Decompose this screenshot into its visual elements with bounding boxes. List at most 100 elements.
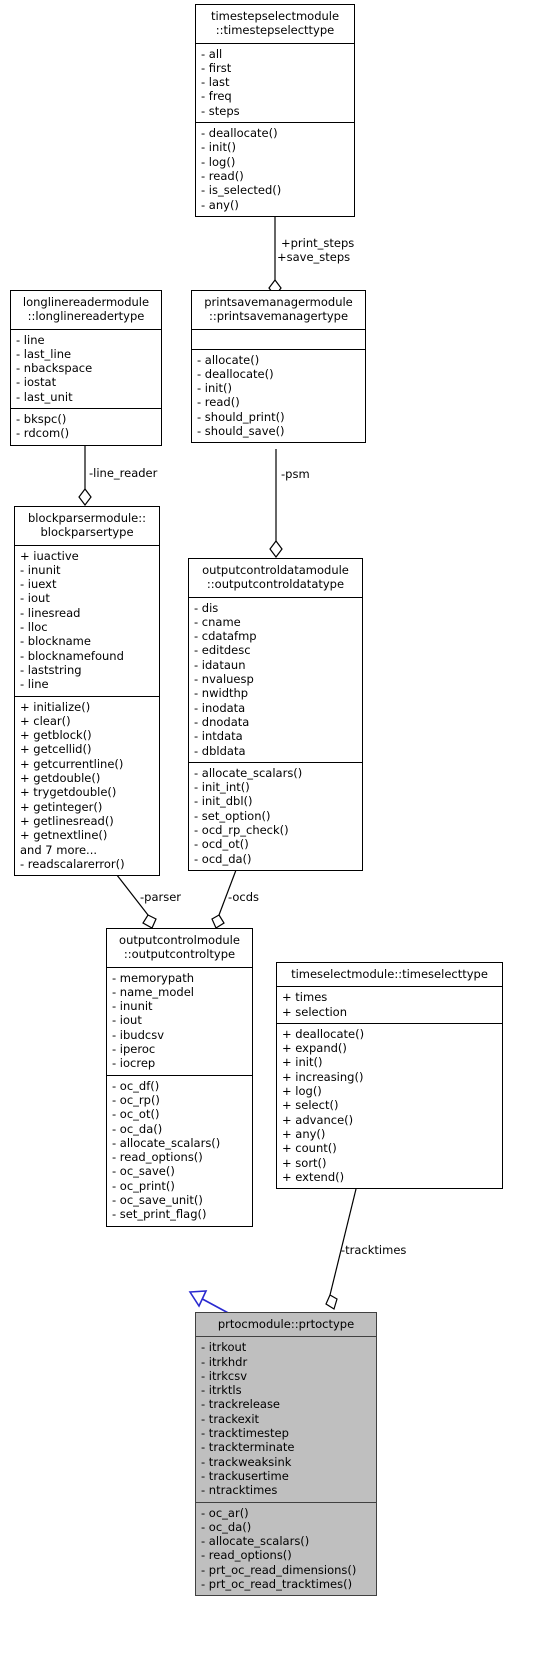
- class-attribute: - editdesc: [194, 643, 251, 658]
- class-operation: - oc_da(): [112, 1121, 163, 1136]
- class-operation: - read(): [197, 395, 240, 410]
- class-operations-timestepselecttype: - deallocate() - init() - log() - read()…: [196, 122, 354, 216]
- class-node-timestepselecttype[interactable]: timestepselectmodule ::timestepselecttyp…: [195, 4, 355, 217]
- class-attribute: - tracktimestep: [201, 1426, 289, 1441]
- class-operation: + log(): [282, 1084, 322, 1099]
- class-operation: + expand(): [282, 1041, 347, 1056]
- class-attribute: - lloc: [20, 620, 48, 635]
- class-operation: - prt_oc_read_tracktimes(): [201, 1577, 353, 1592]
- class-attribute: - inunit: [112, 999, 153, 1014]
- class-attribute: - cdatafmp: [194, 629, 257, 644]
- class-operation: - readscalarerror(): [20, 856, 125, 871]
- class-operation: - oc_save_unit(): [112, 1193, 203, 1208]
- class-operation: - oc_df(): [112, 1078, 160, 1093]
- class-attribute: - itrktls: [201, 1383, 242, 1398]
- class-attributes-timestepselecttype: - all - first - last - freq - steps: [196, 42, 354, 122]
- class-operation: - oc_da(): [201, 1519, 252, 1534]
- class-node-longlinereadertype[interactable]: longlinereadermodule ::longlinereadertyp…: [10, 290, 162, 446]
- class-operation: - deallocate(): [197, 366, 274, 381]
- class-operation: + trygetdouble(): [20, 785, 117, 800]
- class-operation: - rdcom(): [16, 426, 70, 441]
- class-operation: - init_int(): [194, 780, 250, 795]
- edge-printsavemanager-outputcontroldata: [269, 449, 283, 558]
- class-operation: - should_print(): [197, 409, 285, 424]
- class-attribute: - itrkhdr: [201, 1354, 248, 1369]
- class-attribute: - iuext: [20, 577, 57, 592]
- class-attributes-outputcontroldatatype: - dis - cname - cdatafmp - editdesc - id…: [189, 596, 362, 762]
- class-attribute: - last: [201, 75, 230, 90]
- class-operations-timeselecttype: + deallocate() + expand() + init() + inc…: [277, 1022, 502, 1188]
- class-attribute: - inodata: [194, 700, 246, 715]
- class-title-blockparsertype: blockparsermodule:: blockparsertype: [27, 511, 147, 540]
- edge-label-psm: -psm: [281, 467, 310, 481]
- class-attributes-printsavemanagertype: [192, 328, 365, 349]
- class-operation: - prt_oc_read_dimensions(): [201, 1562, 357, 1577]
- class-operation: - log(): [201, 154, 236, 169]
- class-operation: + initialize(): [20, 699, 91, 714]
- class-attribute: - freq: [201, 89, 232, 104]
- class-operations-prtoctype: - oc_ar() - oc_da() - allocate_scalars()…: [196, 1501, 376, 1596]
- uml-diagram-canvas: timestepselectmodule ::timestepselecttyp…: [0, 0, 543, 1660]
- class-attribute: - trackusertime: [201, 1468, 289, 1483]
- class-attribute: - intdata: [194, 729, 243, 744]
- class-operation: + getnextline(): [20, 828, 108, 843]
- class-attribute: - last_unit: [16, 389, 73, 404]
- class-attribute: - all: [201, 46, 223, 61]
- class-attribute: - iperoc: [112, 1042, 156, 1057]
- class-node-printsavemanagertype[interactable]: printsavemanagermodule ::printsavemanage…: [191, 290, 366, 444]
- class-attribute: - line: [20, 677, 49, 692]
- class-title-timeselecttype: timeselectmodule::timeselecttype: [291, 967, 488, 981]
- class-node-prtoctype[interactable]: prtocmodule::prtoctype - itrkout - itrkh…: [195, 1312, 377, 1597]
- class-attribute: - blocknamefound: [20, 648, 124, 663]
- class-attribute: - idataun: [194, 657, 246, 672]
- class-attribute: - name_model: [112, 984, 194, 999]
- class-operation: - is_selected(): [201, 183, 282, 198]
- class-attribute: - memorypath: [112, 970, 194, 985]
- class-operation: + getdouble(): [20, 771, 101, 786]
- class-operation: - read(): [201, 168, 244, 183]
- class-operation: + any(): [282, 1126, 326, 1141]
- class-operation: - oc_ar(): [201, 1505, 249, 1520]
- class-attribute: - last_line: [16, 346, 72, 361]
- class-attribute: - itrkout: [201, 1340, 247, 1355]
- class-operation: + init(): [282, 1055, 323, 1070]
- class-operation: - oc_print(): [112, 1178, 175, 1193]
- edge-label-save-steps: +save_steps: [277, 250, 351, 264]
- class-operation: + getlinesread(): [20, 813, 114, 828]
- class-attribute: - trackterminate: [201, 1440, 295, 1455]
- class-attribute: - ntracktimes: [201, 1483, 278, 1498]
- class-attributes-longlinereadertype: - line - last_line - nbackspace - iostat…: [11, 328, 161, 408]
- edge-label-ocds: -ocds: [228, 890, 260, 904]
- class-attributes-outputcontroltype: - memorypath - name_model - inunit - iou…: [107, 966, 252, 1075]
- class-title-longlinereadertype: longlinereadermodule ::longlinereadertyp…: [22, 295, 150, 324]
- class-operation: + deallocate(): [282, 1026, 365, 1041]
- class-operation: + sort(): [282, 1155, 327, 1170]
- class-attribute: - linesread: [20, 605, 81, 620]
- class-attribute: + selection: [282, 1004, 347, 1019]
- class-attribute: - ibudcsv: [112, 1027, 165, 1042]
- class-attribute: - trackweaksink: [201, 1454, 292, 1469]
- class-attribute: - dnodata: [194, 714, 250, 729]
- class-attribute: - nwidthp: [194, 686, 249, 701]
- class-operation: - allocate_scalars(): [112, 1135, 221, 1150]
- class-operation: + getinteger(): [20, 799, 103, 814]
- class-node-outputcontroldatatype[interactable]: outputcontroldatamodule ::outputcontrold…: [188, 558, 363, 871]
- class-attributes-blockparsertype: + iuactive - inunit - iuext - iout - lin…: [15, 544, 159, 696]
- class-node-timeselecttype[interactable]: timeselectmodule::timeselecttype + times…: [276, 962, 503, 1190]
- class-attribute: + times: [282, 990, 328, 1005]
- class-operation: - allocate_scalars(): [194, 765, 303, 780]
- class-attributes-prtoctype: - itrkout - itrkhdr - itrkcsv - itrktls …: [196, 1336, 376, 1501]
- class-node-blockparsertype[interactable]: blockparsermodule:: blockparsertype + iu…: [14, 506, 160, 877]
- class-operation: + select(): [282, 1098, 339, 1113]
- class-attribute: - trackexit: [201, 1411, 260, 1426]
- edge-label-print-steps: +print_steps: [281, 236, 355, 250]
- class-attribute: - line: [16, 332, 45, 347]
- class-attribute: - laststring: [20, 662, 82, 677]
- class-attribute: - trackrelease: [201, 1397, 281, 1412]
- class-node-outputcontroltype[interactable]: outputcontrolmodule ::outputcontroltype …: [106, 928, 253, 1227]
- class-operation: + getcurrentline(): [20, 756, 124, 771]
- class-operation: + clear(): [20, 713, 71, 728]
- class-attribute: - steps: [201, 103, 240, 118]
- class-attribute: - nbackspace: [16, 361, 93, 376]
- class-attribute: - cname: [194, 614, 241, 629]
